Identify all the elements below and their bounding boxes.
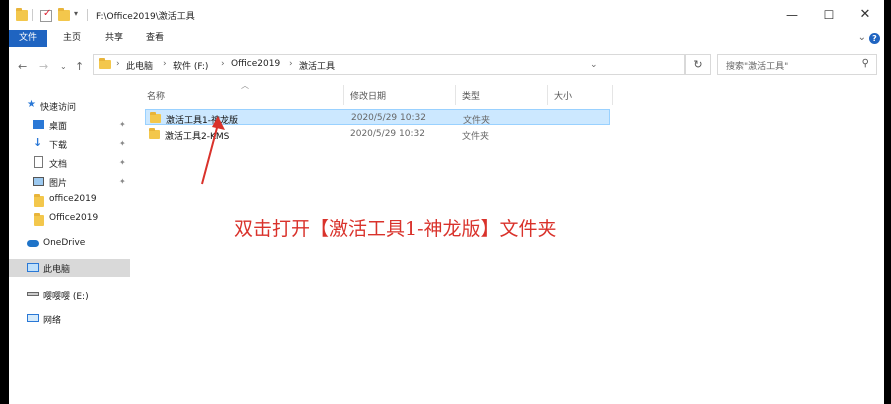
nav-label: 文档 bbox=[49, 160, 68, 170]
instruction-annotation: 双击打开【激活工具1-神龙版】文件夹 bbox=[234, 218, 557, 240]
nav-label: Office2019 bbox=[49, 213, 99, 223]
nav-label: 下载 bbox=[49, 141, 68, 151]
nav-item-pictures[interactable]: 图片 ✦ bbox=[9, 173, 130, 191]
nav-label: OneDrive bbox=[43, 238, 86, 248]
pin-icon[interactable]: ✦ bbox=[119, 177, 126, 186]
divider bbox=[32, 9, 33, 21]
back-arrow-icon[interactable]: ← bbox=[18, 60, 27, 73]
close-button[interactable]: ✕ bbox=[852, 6, 878, 24]
breadcrumb-office2019[interactable]: Office2019 bbox=[231, 59, 280, 69]
column-divider[interactable] bbox=[343, 85, 344, 105]
minimize-button[interactable]: — bbox=[779, 6, 805, 24]
nav-item-desktop[interactable]: 桌面 ✦ bbox=[9, 116, 130, 134]
column-header-name[interactable]: 名称 bbox=[147, 89, 165, 102]
refresh-icon[interactable]: ↻ bbox=[685, 54, 711, 75]
breadcrumb-current[interactable]: 激活工具 bbox=[299, 59, 335, 72]
ribbon-tabs: 文件 主页 共享 查看 ⌄ ? bbox=[9, 30, 884, 47]
file-modified: 2020/5/29 10:32 bbox=[351, 113, 426, 123]
breadcrumb-separator[interactable]: › bbox=[116, 59, 120, 69]
nav-item-office2019[interactable]: Office2019 bbox=[9, 210, 130, 228]
breadcrumb-separator[interactable]: › bbox=[163, 59, 167, 69]
computer-icon bbox=[27, 263, 39, 272]
annotation-arrow-icon bbox=[201, 116, 225, 185]
nav-quick-access[interactable]: ★ 快速访问 bbox=[9, 97, 130, 115]
nav-item-documents[interactable]: 文档 ✦ bbox=[9, 154, 130, 172]
folder-icon bbox=[150, 112, 161, 123]
folder-icon bbox=[149, 128, 160, 139]
file-type: 文件夹 bbox=[462, 132, 490, 142]
breadcrumb-this-pc[interactable]: 此电脑 bbox=[126, 59, 153, 72]
desktop-icon bbox=[33, 120, 44, 129]
search-placeholder: 搜索"激活工具" bbox=[726, 62, 789, 72]
download-icon: ↓ bbox=[33, 136, 43, 149]
column-header-modified[interactable]: 修改日期 bbox=[350, 89, 386, 102]
tab-home[interactable]: 主页 bbox=[63, 30, 81, 47]
nav-label: 网络 bbox=[43, 316, 62, 326]
divider bbox=[87, 9, 88, 21]
properties-icon[interactable] bbox=[40, 8, 52, 22]
folder-icon bbox=[16, 8, 28, 21]
nav-this-pc[interactable]: 此电脑 bbox=[9, 259, 130, 277]
nav-drive-e[interactable]: 嘤嘤嘤 (E:) bbox=[9, 286, 130, 304]
sort-ascending-icon: ︿ bbox=[241, 81, 249, 90]
recent-locations-icon[interactable]: ⌄ bbox=[60, 62, 67, 71]
column-header-type[interactable]: 类型 bbox=[462, 89, 480, 102]
help-icon[interactable]: ? bbox=[869, 33, 880, 44]
tab-file[interactable]: 文件 bbox=[9, 30, 47, 47]
column-divider[interactable] bbox=[612, 85, 613, 105]
pin-icon[interactable]: ✦ bbox=[119, 158, 126, 167]
title-bar: ▾ F:\Office2019\激活工具 — ☐ ✕ bbox=[9, 0, 884, 30]
pin-icon[interactable]: ✦ bbox=[119, 120, 126, 129]
picture-icon bbox=[33, 177, 44, 186]
forward-arrow-icon[interactable]: → bbox=[39, 60, 48, 73]
quick-access-dropdown-icon[interactable]: ▾ bbox=[74, 9, 78, 18]
breadcrumb-separator[interactable]: › bbox=[289, 59, 293, 69]
nav-item-downloads[interactable]: ↓ 下载 ✦ bbox=[9, 135, 130, 153]
document-icon bbox=[34, 156, 43, 168]
search-input[interactable]: 搜索"激活工具" ⚲ bbox=[717, 54, 877, 75]
breadcrumb-separator[interactable]: › bbox=[221, 59, 225, 69]
search-icon[interactable]: ⚲ bbox=[862, 58, 869, 69]
pin-icon[interactable]: ✦ bbox=[119, 139, 126, 148]
drive-icon bbox=[27, 292, 39, 296]
nav-network[interactable]: 网络 bbox=[9, 310, 130, 328]
file-modified: 2020/5/29 10:32 bbox=[350, 129, 425, 139]
address-dropdown-icon[interactable]: ⌄ bbox=[590, 60, 598, 70]
breadcrumb-drive-f[interactable]: 软件 (F:) bbox=[173, 59, 208, 72]
maximize-button[interactable]: ☐ bbox=[816, 6, 842, 24]
window-title: F:\Office2019\激活工具 bbox=[96, 12, 195, 22]
column-header-size[interactable]: 大小 bbox=[554, 89, 572, 102]
tab-view[interactable]: 查看 bbox=[146, 30, 164, 47]
tab-share[interactable]: 共享 bbox=[105, 30, 123, 47]
network-icon bbox=[27, 314, 39, 322]
file-type: 文件夹 bbox=[463, 116, 491, 126]
nav-label: 图片 bbox=[49, 179, 68, 189]
expand-ribbon-icon[interactable]: ⌄ bbox=[858, 32, 866, 43]
nav-onedrive[interactable]: OneDrive bbox=[9, 235, 130, 253]
folder-icon bbox=[34, 194, 44, 207]
new-folder-icon[interactable] bbox=[58, 8, 70, 21]
star-icon: ★ bbox=[27, 99, 36, 110]
folder-icon bbox=[34, 213, 44, 226]
nav-label: 此电脑 bbox=[43, 265, 71, 275]
nav-item-office2019-lower[interactable]: office2019 bbox=[9, 191, 130, 209]
folder-icon bbox=[99, 58, 111, 69]
nav-label: 快速访问 bbox=[40, 103, 77, 113]
nav-label: 桌面 bbox=[49, 122, 68, 132]
column-divider[interactable] bbox=[547, 85, 548, 105]
column-divider[interactable] bbox=[455, 85, 456, 105]
nav-label: 嘤嘤嘤 (E:) bbox=[43, 292, 89, 302]
nav-label: office2019 bbox=[49, 194, 97, 204]
file-explorer-window: ▾ F:\Office2019\激活工具 — ☐ ✕ 文件 主页 共享 查看 ⌄… bbox=[9, 0, 884, 404]
cloud-icon bbox=[27, 240, 39, 247]
up-arrow-icon[interactable]: ↑ bbox=[75, 60, 84, 73]
